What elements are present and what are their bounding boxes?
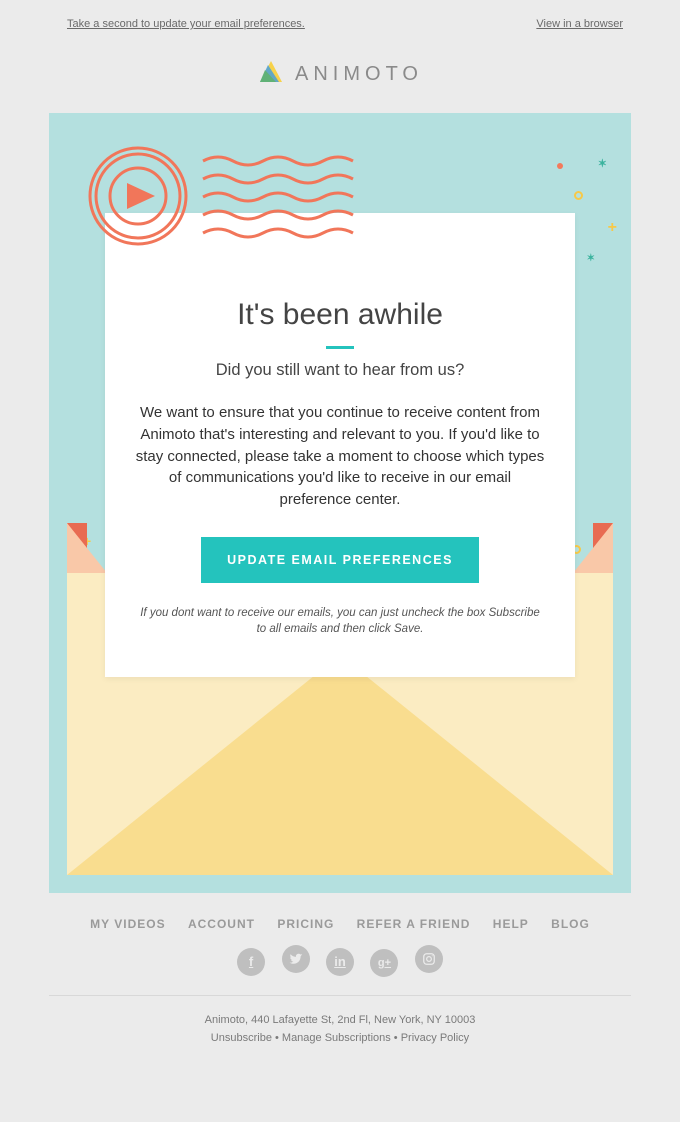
confetti-icon: +: [608, 219, 617, 237]
confetti-icon: ✶: [598, 157, 607, 170]
message-card: It's been awhile Did you still want to h…: [105, 213, 575, 677]
footer-legal: Animoto, 440 Lafayette St, 2nd Fl, New Y…: [0, 996, 680, 1073]
twitter-icon[interactable]: [282, 945, 310, 973]
googleplus-icon[interactable]: g+: [370, 949, 398, 977]
footer-nav-item[interactable]: PRICING: [277, 917, 334, 931]
animoto-logo-icon: [257, 58, 285, 91]
facebook-icon[interactable]: f: [237, 948, 265, 976]
instagram-icon[interactable]: [415, 945, 443, 973]
card-heading: It's been awhile: [135, 298, 545, 332]
postmark-stamp-icon: [83, 141, 373, 266]
brand-name: ANIMOTO: [295, 63, 423, 86]
footer-nav-item[interactable]: BLOG: [551, 917, 590, 931]
unsubscribe-link[interactable]: Unsubscribe: [211, 1032, 272, 1044]
footer-address: Animoto, 440 Lafayette St, 2nd Fl, New Y…: [0, 1012, 680, 1030]
update-preferences-button[interactable]: UPDATE EMAIL PREFERENCES: [201, 537, 479, 583]
sep: •: [272, 1032, 282, 1044]
view-in-browser-link[interactable]: View in a browser: [536, 18, 623, 30]
sep: •: [391, 1032, 401, 1044]
card-note: If you dont want to receive our emails, …: [135, 605, 545, 637]
footer-nav-item[interactable]: HELP: [493, 917, 529, 931]
accent-divider: [326, 346, 354, 349]
footer-nav: MY VIDEOS ACCOUNT PRICING REFER A FRIEND…: [0, 893, 680, 945]
privacy-policy-link[interactable]: Privacy Policy: [401, 1032, 469, 1044]
footer-nav-item[interactable]: MY VIDEOS: [90, 917, 165, 931]
manage-subscriptions-link[interactable]: Manage Subscriptions: [282, 1032, 391, 1044]
social-row: f in g+: [0, 945, 680, 995]
update-preferences-link[interactable]: Take a second to update your email prefe…: [67, 18, 305, 30]
brand-header: ANIMOTO: [0, 30, 680, 113]
card-subheading: Did you still want to hear from us?: [135, 361, 545, 380]
confetti-icon: [574, 191, 583, 200]
header-links: Take a second to update your email prefe…: [0, 0, 680, 30]
card-body: We want to ensure that you continue to r…: [135, 402, 545, 511]
confetti-icon: [557, 163, 563, 169]
footer-nav-item[interactable]: ACCOUNT: [188, 917, 255, 931]
hero-panel: ✶ + ✶ + ✶ + + I: [49, 113, 631, 893]
confetti-icon: ✶: [587, 253, 595, 264]
linkedin-icon[interactable]: in: [326, 948, 354, 976]
footer-nav-item[interactable]: REFER A FRIEND: [357, 917, 471, 931]
